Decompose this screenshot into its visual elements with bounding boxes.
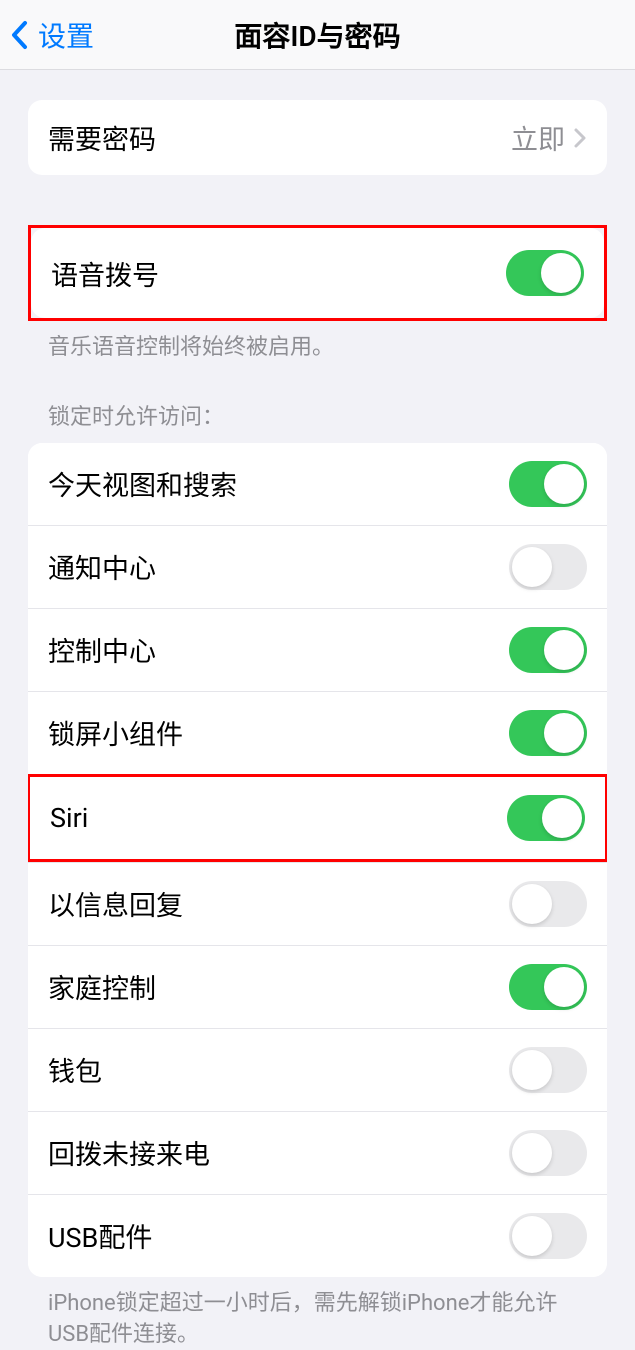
usb-accessories-label: USB配件 xyxy=(48,1216,152,1255)
back-label: 设置 xyxy=(38,15,94,55)
chevron-right-icon xyxy=(573,127,587,149)
today-view-toggle[interactable] xyxy=(509,461,587,507)
lock-access-footer: iPhone锁定超过一小时后，需先解锁iPhone才能允许USB配件连接。 xyxy=(0,1277,635,1350)
voice-dial-toggle[interactable] xyxy=(506,250,584,296)
return-missed-calls-label: 回拨未接来电 xyxy=(48,1133,210,1172)
home-control-toggle[interactable] xyxy=(509,964,587,1010)
wallet-toggle[interactable] xyxy=(509,1047,587,1093)
control-center-row: 控制中心 xyxy=(28,608,607,691)
siri-label: Siri xyxy=(50,802,88,834)
control-center-label: 控制中心 xyxy=(48,630,156,669)
home-control-row: 家庭控制 xyxy=(28,945,607,1028)
page-title: 面容ID与密码 xyxy=(234,15,400,55)
voice-dial-row: 语音拨号 xyxy=(31,228,604,318)
voice-dial-label: 语音拨号 xyxy=(51,254,159,293)
back-button[interactable]: 设置 xyxy=(0,15,94,55)
voice-dial-section-highlight: 语音拨号 xyxy=(28,225,607,321)
notification-center-toggle[interactable] xyxy=(509,544,587,590)
home-control-label: 家庭控制 xyxy=(48,967,156,1006)
usb-accessories-row: USB配件 xyxy=(28,1194,607,1277)
notification-center-row: 通知中心 xyxy=(28,525,607,608)
control-center-toggle[interactable] xyxy=(509,627,587,673)
navigation-header: 设置 面容ID与密码 xyxy=(0,0,635,70)
today-view-row: 今天视图和搜索 xyxy=(28,443,607,525)
siri-toggle[interactable] xyxy=(507,795,585,841)
lock-access-section: 今天视图和搜索通知中心控制中心锁屏小组件 Siri 以信息回复家庭控制钱包回拨未接来… xyxy=(28,443,607,1277)
return-missed-calls-row: 回拨未接来电 xyxy=(28,1111,607,1194)
reply-with-message-label: 以信息回复 xyxy=(48,884,183,923)
lock-access-header: 锁定时允许访问： xyxy=(0,399,635,443)
lock-screen-widgets-toggle[interactable] xyxy=(509,710,587,756)
reply-with-message-toggle[interactable] xyxy=(509,881,587,927)
wallet-row: 钱包 xyxy=(28,1028,607,1111)
require-passcode-label: 需要密码 xyxy=(48,118,156,157)
lock-screen-widgets-row: 锁屏小组件 xyxy=(28,691,607,774)
require-passcode-value: 立即 xyxy=(511,118,565,157)
siri-row: Siri xyxy=(28,774,607,862)
require-passcode-row[interactable]: 需要密码 立即 xyxy=(28,100,607,175)
return-missed-calls-toggle[interactable] xyxy=(509,1130,587,1176)
passcode-section: 需要密码 立即 xyxy=(28,100,607,175)
voice-dial-footer: 音乐语音控制将始终被启用。 xyxy=(0,321,635,364)
usb-accessories-toggle[interactable] xyxy=(509,1213,587,1259)
today-view-label: 今天视图和搜索 xyxy=(48,464,237,503)
wallet-label: 钱包 xyxy=(48,1050,102,1089)
notification-center-label: 通知中心 xyxy=(48,547,156,586)
reply-with-message-row: 以信息回复 xyxy=(28,862,607,945)
lock-screen-widgets-label: 锁屏小组件 xyxy=(48,713,183,752)
chevron-left-icon xyxy=(10,20,28,50)
